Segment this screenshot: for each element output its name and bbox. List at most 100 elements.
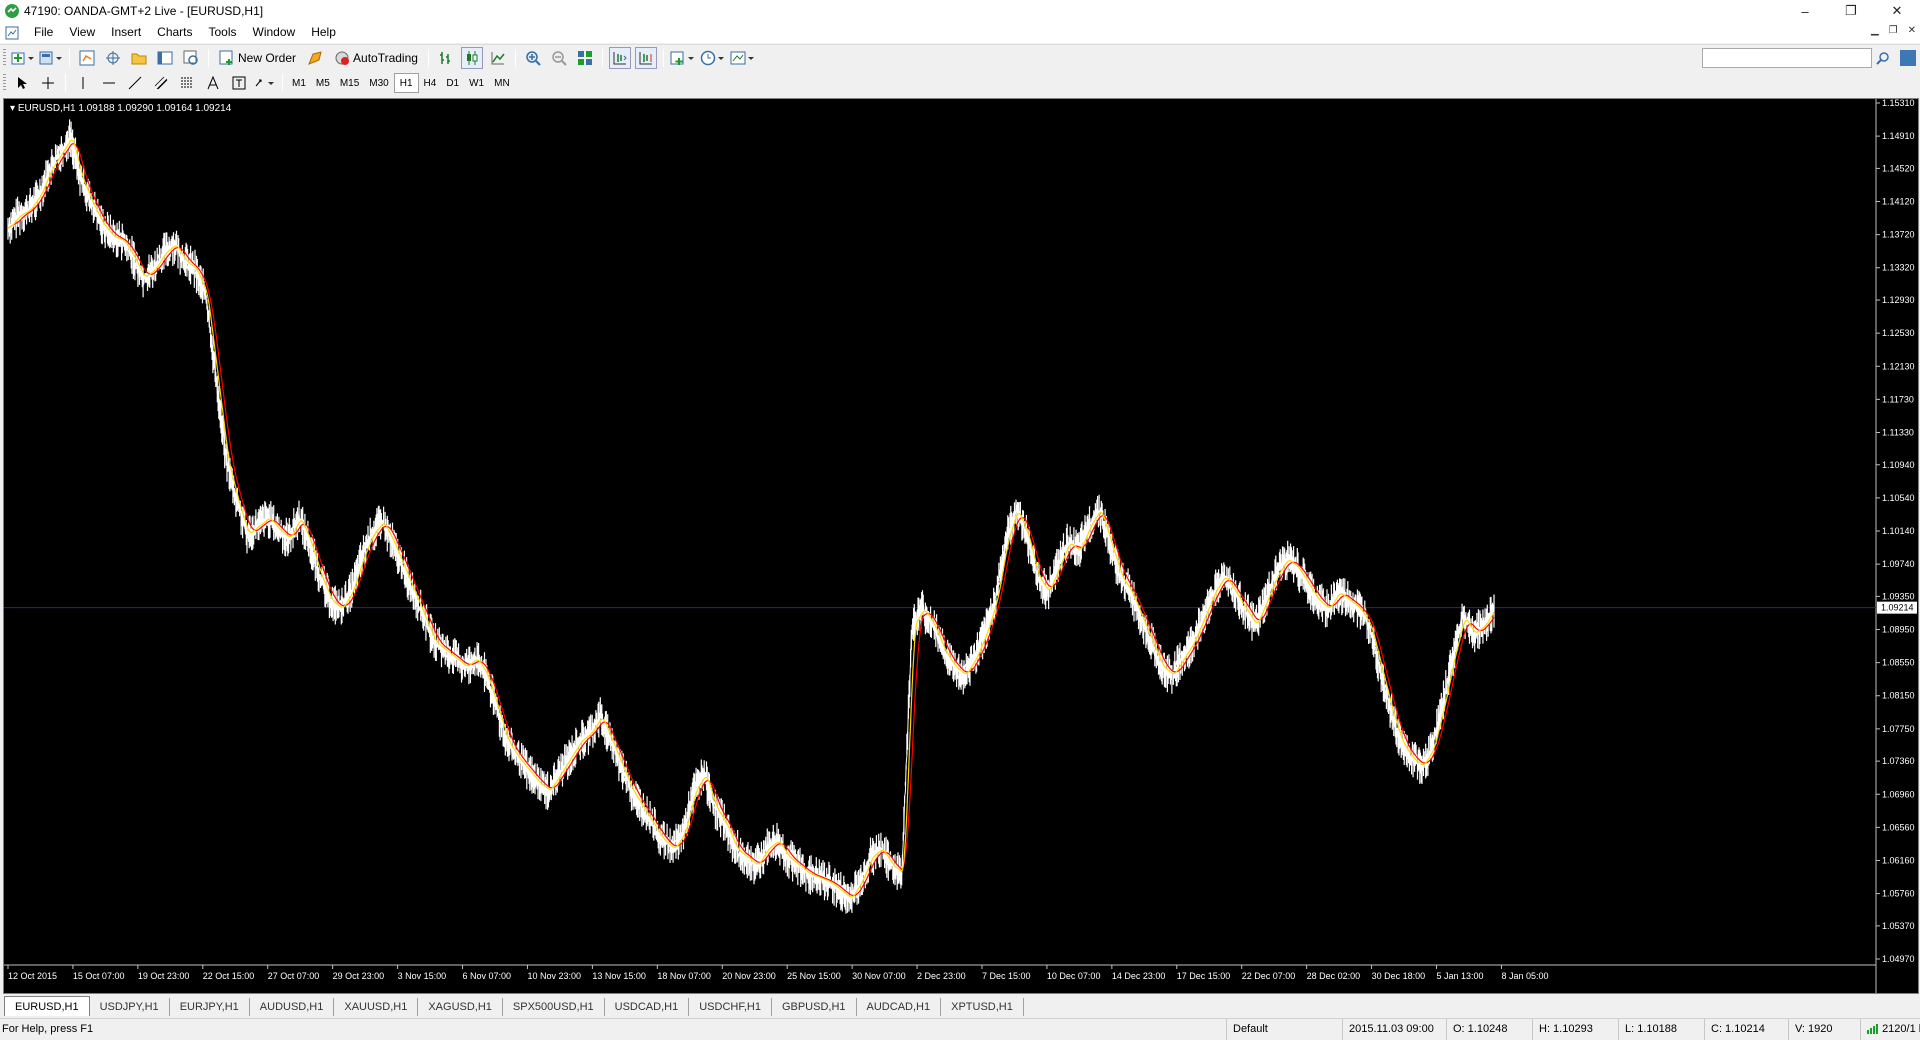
metaeditor-button[interactable] [304, 47, 326, 69]
cursor-button[interactable] [11, 72, 33, 94]
toolbar-grip[interactable] [3, 48, 6, 67]
timeframe-m5[interactable]: M5 [311, 73, 335, 93]
timeframe-mn[interactable]: MN [489, 73, 515, 93]
new-chart-button[interactable] [11, 47, 35, 69]
chart-window[interactable]: 1.15310 1.14910 1.14520 1.14120 1.13720 1.133… [3, 98, 1919, 994]
menu-window[interactable]: Window [245, 22, 304, 43]
x-tick-label: 10 Nov 23:00 [527, 971, 581, 981]
y-tick-label: 1.07360 [1882, 756, 1915, 766]
tile-windows-button[interactable] [574, 47, 596, 69]
community-icon[interactable] [1900, 50, 1916, 66]
navigator-button[interactable] [128, 47, 150, 69]
y-tick-label: 1.11730 [1882, 394, 1914, 404]
timeframe-m30[interactable]: M30 [364, 73, 393, 93]
zoom-out-button[interactable] [548, 47, 570, 69]
data-window-button[interactable] [102, 47, 124, 69]
toolbar-grip[interactable] [3, 74, 6, 92]
timeframe-m1[interactable]: M1 [287, 73, 311, 93]
menu-charts[interactable]: Charts [149, 22, 200, 43]
tab-usdchf[interactable]: USDCHF,H1 [689, 998, 772, 1016]
current-price-label: 1.09214 [1881, 603, 1914, 613]
arrows-button[interactable] [254, 72, 276, 94]
toolbar-separator [514, 48, 516, 67]
close-button[interactable]: ✕ [1874, 0, 1920, 22]
timeframe-h4[interactable]: H4 [419, 73, 442, 93]
indicators-button[interactable] [670, 47, 696, 69]
periods-button[interactable] [700, 47, 726, 69]
arrows-icon [255, 79, 274, 87]
menu-view[interactable]: View [61, 22, 103, 43]
price-chart[interactable]: 1.15310 1.14910 1.14520 1.14120 1.13720 1.133… [4, 99, 1918, 993]
tab-usdcad[interactable]: USDCAD,H1 [605, 998, 690, 1016]
chart-window-icon[interactable] [4, 25, 20, 41]
mdi-close-icon[interactable]: ✕ [1908, 25, 1916, 36]
text-label-button[interactable] [228, 72, 250, 94]
timeframe-d1[interactable]: D1 [441, 73, 464, 93]
y-tick-label: 1.12530 [1882, 328, 1915, 338]
tab-audcad[interactable]: AUDCAD,H1 [857, 998, 942, 1016]
text-a-icon [207, 76, 219, 90]
zoom-in-icon [526, 50, 541, 66]
status-volume: V: 1920 [1788, 1019, 1860, 1040]
crosshair-button[interactable] [37, 72, 59, 94]
candlestick-icon [466, 50, 478, 65]
search-input[interactable] [1702, 48, 1872, 68]
chart-shift-button[interactable] [608, 46, 631, 69]
search-icon[interactable] [1876, 51, 1890, 65]
tab-spx500usd[interactable]: SPX500USD,H1 [503, 998, 605, 1016]
minimize-button[interactable]: – [1782, 0, 1828, 22]
auto-scroll-button[interactable] [634, 46, 657, 69]
menu-insert[interactable]: Insert [103, 22, 149, 43]
app-logo-icon [5, 4, 19, 18]
timeframe-h1[interactable]: H1 [393, 73, 419, 93]
zoom-in-button[interactable] [522, 47, 544, 69]
x-tick-label: 27 Oct 07:00 [268, 971, 320, 981]
tab-usdjpy[interactable]: USDJPY,H1 [90, 998, 170, 1016]
x-tick-label: 22 Oct 15:00 [203, 971, 255, 981]
menu-tools[interactable]: Tools [201, 22, 245, 43]
line-chart-button[interactable] [487, 47, 509, 69]
fibonacci-button[interactable] [176, 72, 198, 94]
autotrading-button[interactable]: AutoTrading [330, 47, 422, 69]
tab-audusd[interactable]: AUDUSD,H1 [250, 998, 335, 1016]
timeframe-w1[interactable]: W1 [464, 73, 489, 93]
templates-button[interactable] [730, 47, 756, 69]
mdi-minimize-icon[interactable]: ▁ [1871, 25, 1879, 36]
candlestick-button[interactable] [460, 46, 483, 69]
maximize-button[interactable]: ❐ [1828, 0, 1874, 22]
equidistant-channel-button[interactable] [150, 72, 172, 94]
vertical-line-button[interactable] [72, 72, 94, 94]
menu-file[interactable]: File [26, 22, 61, 43]
x-tick-label: 2 Dec 23:00 [917, 971, 966, 981]
tab-xagusd[interactable]: XAGUSD,H1 [418, 998, 503, 1016]
chart-symbol-ohlc: EURUSD,H1 1.09188 1.09290 1.09164 1.0921… [17, 103, 232, 114]
x-tick-label: 7 Dec 15:00 [982, 971, 1031, 981]
text-button[interactable] [202, 72, 224, 94]
new-order-button[interactable]: New Order [215, 47, 300, 69]
menu-help[interactable]: Help [303, 22, 344, 43]
status-profile[interactable]: Default [1226, 1019, 1342, 1040]
mdi-restore-icon[interactable]: ❐ [1889, 25, 1898, 36]
tab-gbpusd[interactable]: GBPUSD,H1 [772, 998, 857, 1016]
indicators-icon [670, 51, 694, 65]
y-tick-label: 1.08150 [1882, 691, 1915, 701]
x-tick-label: 5 Jan 13:00 [1437, 971, 1484, 981]
timeframe-m15[interactable]: M15 [335, 73, 364, 93]
tab-eurjpy[interactable]: EURJPY,H1 [170, 998, 250, 1016]
strategy-tester-button[interactable] [180, 47, 202, 69]
terminal-button[interactable] [154, 47, 176, 69]
horizontal-line-button[interactable] [98, 72, 120, 94]
tab-eurusd[interactable]: EURUSD,H1 [4, 996, 90, 1016]
autotrading-icon [335, 51, 350, 65]
y-tick-label: 1.06960 [1882, 789, 1915, 799]
trendline-button[interactable] [124, 72, 146, 94]
traffic-value: 2120/1 kb [1882, 1023, 1920, 1035]
market-watch-button[interactable] [76, 47, 98, 69]
status-traffic: 2120/1 kb [1860, 1019, 1920, 1040]
bar-chart-button[interactable] [435, 47, 457, 69]
tab-xptusd[interactable]: XPTUSD,H1 [941, 998, 1024, 1016]
profiles-icon [39, 51, 62, 64]
status-high: H: 1.10293 [1532, 1019, 1618, 1040]
profiles-button[interactable] [39, 47, 63, 69]
tab-xauusd[interactable]: XAUUSD,H1 [334, 998, 419, 1016]
